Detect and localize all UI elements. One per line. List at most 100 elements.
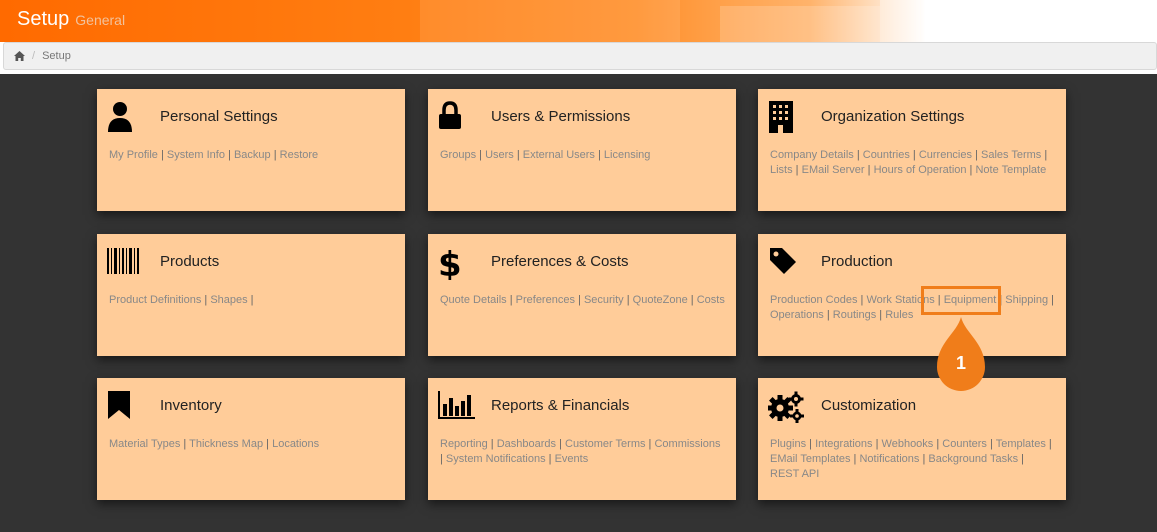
- card-customization: Customization Plugins | Integrations | W…: [758, 378, 1066, 500]
- card-link[interactable]: Thickness Map: [189, 438, 263, 450]
- svg-text:$: $: [438, 246, 462, 280]
- link-separator: |: [876, 309, 886, 321]
- page-title-main: Setup: [17, 8, 70, 30]
- breadcrumb-separator: /: [32, 50, 36, 62]
- card-link[interactable]: Users: [485, 149, 514, 161]
- card-organization-settings: Organization Settings Company Details | …: [758, 89, 1066, 211]
- link-separator: |: [247, 294, 254, 306]
- card-link[interactable]: EMail Server: [802, 164, 865, 176]
- link-separator: |: [506, 294, 516, 306]
- link-separator: |: [594, 149, 604, 161]
- card-link[interactable]: EMail Templates: [770, 453, 851, 465]
- card-link[interactable]: REST API: [770, 468, 819, 480]
- card-link[interactable]: Material Types: [109, 438, 180, 450]
- link-separator: |: [792, 164, 802, 176]
- card-link[interactable]: Routings: [833, 309, 876, 321]
- card-link[interactable]: Preferences: [516, 294, 575, 306]
- card-links: Groups | Users | External Users | Licens…: [440, 148, 726, 163]
- card-links: Product Definitions | Shapes |: [109, 293, 395, 308]
- equipment-highlight-box: [921, 286, 1001, 315]
- card-link[interactable]: Rules: [885, 309, 913, 321]
- card-link[interactable]: Security: [584, 294, 624, 306]
- link-separator: |: [545, 453, 555, 465]
- card-link[interactable]: Commissions: [654, 438, 720, 450]
- card-link[interactable]: Webhooks: [882, 438, 934, 450]
- card-link[interactable]: Templates: [996, 438, 1046, 450]
- card-link[interactable]: Shipping: [1005, 294, 1048, 306]
- card-link[interactable]: System Info: [167, 149, 225, 161]
- card-link[interactable]: Restore: [280, 149, 319, 161]
- header-decoration: [880, 0, 920, 42]
- link-separator: |: [623, 294, 633, 306]
- card-link[interactable]: Groups: [440, 149, 476, 161]
- breadcrumb: / Setup: [3, 42, 1157, 70]
- page-title-subtitle: General: [75, 12, 126, 28]
- card-links: Quote Details | Preferences | Security |…: [440, 293, 726, 308]
- card-link[interactable]: Notifications: [859, 453, 919, 465]
- card-link[interactable]: Costs: [697, 294, 725, 306]
- building-icon: [768, 101, 796, 133]
- card-link[interactable]: Counters: [942, 438, 987, 450]
- link-separator: |: [823, 309, 833, 321]
- link-separator: |: [1018, 453, 1024, 465]
- card-preferences-costs: $ Preferences & Costs Quote Details | Pr…: [428, 234, 736, 356]
- link-separator: |: [487, 438, 497, 450]
- card-title: Customization: [821, 397, 917, 414]
- card-link[interactable]: Product Definitions: [109, 294, 201, 306]
- card-title: Production: [821, 253, 893, 270]
- card-link[interactable]: Countries: [863, 149, 910, 161]
- card-link[interactable]: Licensing: [604, 149, 650, 161]
- card-link[interactable]: Company Details: [770, 149, 854, 161]
- link-separator: |: [806, 438, 816, 450]
- card-links: Reporting | Dashboards | Customer Terms …: [440, 437, 726, 467]
- card-link[interactable]: Quote Details: [440, 294, 507, 306]
- page-title: Setup General: [17, 8, 125, 31]
- card-link[interactable]: System Notifications: [446, 453, 546, 465]
- card-link[interactable]: Backup: [234, 149, 271, 161]
- card-link[interactable]: Background Tasks: [928, 453, 1018, 465]
- card-link[interactable]: Integrations: [815, 438, 872, 450]
- page-header: Setup General: [0, 0, 1157, 42]
- home-icon[interactable]: [14, 51, 25, 61]
- card-title: Organization Settings: [821, 108, 965, 125]
- gears-icon: [767, 390, 804, 423]
- card-link[interactable]: Reporting: [440, 438, 488, 450]
- card-link[interactable]: External Users: [523, 149, 595, 161]
- card-link[interactable]: Lists: [770, 164, 793, 176]
- card-link[interactable]: Operations: [770, 309, 824, 321]
- card-link[interactable]: Production Codes: [770, 294, 857, 306]
- card-users-permissions: Users & Permissions Groups | Users | Ext…: [428, 89, 736, 211]
- link-separator: |: [180, 438, 190, 450]
- card-inventory: Inventory Material Types | Thickness Map…: [97, 378, 405, 500]
- link-separator: |: [556, 438, 565, 450]
- card-link[interactable]: Shapes: [210, 294, 247, 306]
- card-link[interactable]: Dashboards: [497, 438, 556, 450]
- card-link[interactable]: Note Template: [975, 164, 1046, 176]
- card-link[interactable]: Hours of Operation: [874, 164, 967, 176]
- card-link[interactable]: QuoteZone: [633, 294, 688, 306]
- card-link[interactable]: Plugins: [770, 438, 806, 450]
- tag-icon: [768, 246, 796, 278]
- card-link[interactable]: Locations: [272, 438, 319, 450]
- card-title: Inventory: [160, 397, 222, 414]
- card-link[interactable]: Currencies: [919, 149, 972, 161]
- user-icon: [107, 101, 135, 133]
- card-link[interactable]: My Profile: [109, 149, 158, 161]
- link-separator: |: [909, 149, 919, 161]
- dollar-icon: $: [438, 245, 466, 285]
- link-separator: |: [224, 149, 234, 161]
- link-separator: |: [513, 149, 523, 161]
- link-separator: |: [270, 149, 280, 161]
- card-link[interactable]: Customer Terms: [565, 438, 645, 450]
- link-separator: |: [263, 438, 273, 450]
- card-link[interactable]: Events: [555, 453, 589, 465]
- link-separator: |: [574, 294, 584, 306]
- barcode-icon: [107, 246, 139, 278]
- card-links: Plugins | Integrations | Webhooks | Coun…: [770, 437, 1056, 482]
- link-separator: |: [933, 438, 943, 450]
- card-link[interactable]: Sales Terms: [981, 149, 1041, 161]
- card-title: Preferences & Costs: [491, 253, 629, 270]
- link-separator: |: [687, 294, 697, 306]
- card-title: Reports & Financials: [491, 397, 630, 414]
- lock-icon: [438, 101, 466, 133]
